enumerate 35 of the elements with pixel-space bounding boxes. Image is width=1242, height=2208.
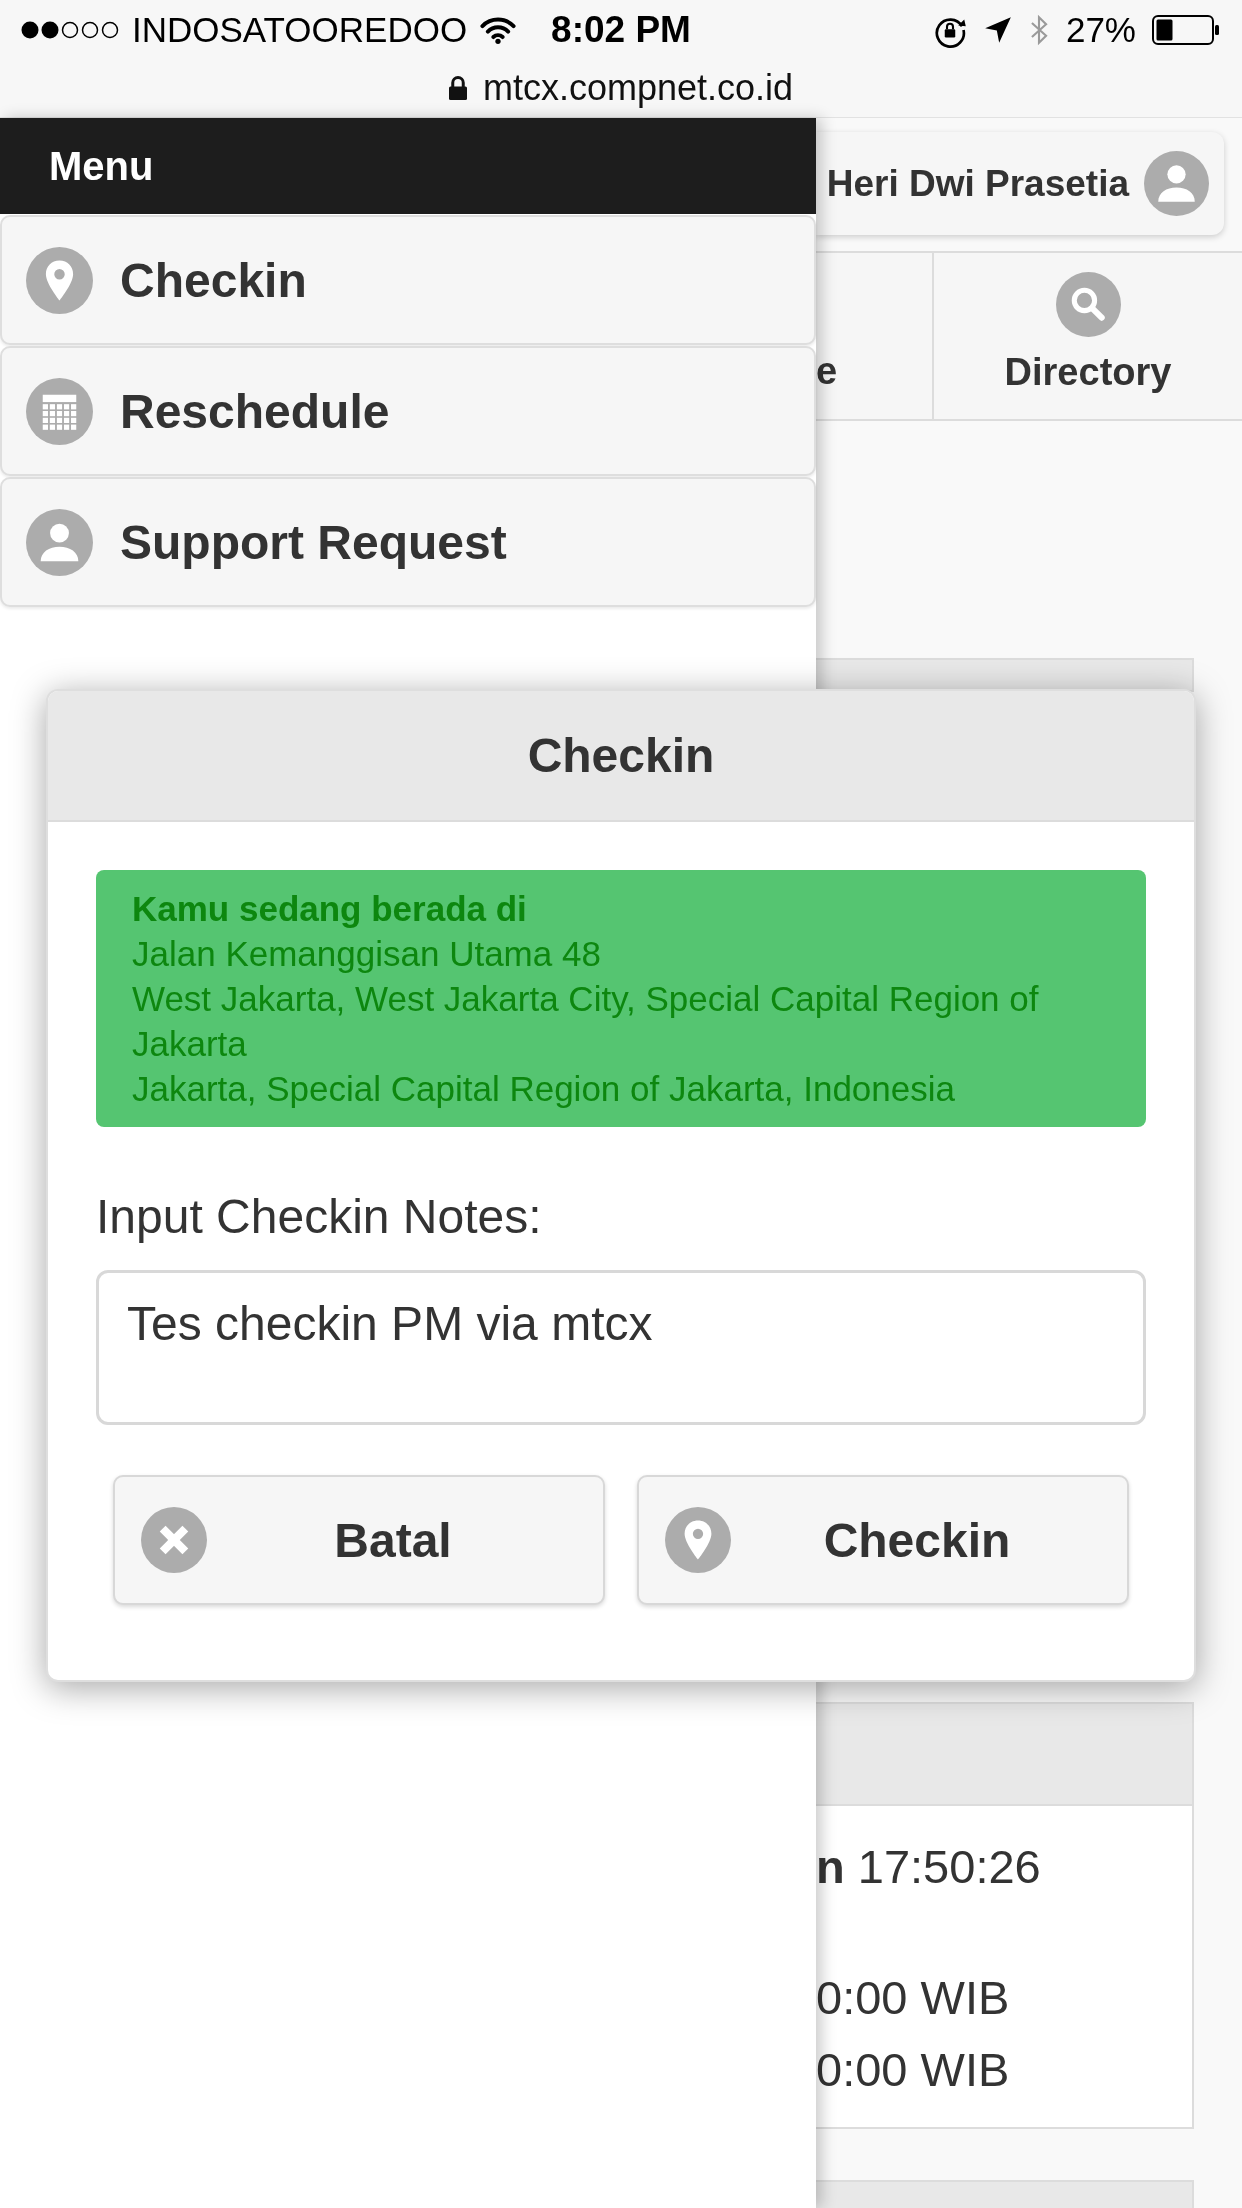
user-menu-button[interactable]: Heri Dwi Prasetia (816, 132, 1224, 235)
search-icon (1055, 272, 1121, 337)
battery-icon (1152, 14, 1222, 45)
info-text: n 17:50:26 (816, 1839, 1042, 1895)
dialog-title: Checkin (527, 728, 715, 783)
address-line: Jakarta, Special Capital Region of Jakarta, Indonesia (132, 1068, 956, 1110)
map-pin-icon (665, 1507, 731, 1573)
wifi-icon (479, 15, 518, 44)
address-line: West Jakarta, West Jakarta City, Special Capital Region of Jakarta (132, 978, 1040, 1065)
menu-item[interactable]: Checkin (0, 215, 816, 345)
menu-title: Menu (49, 143, 154, 189)
notes-field[interactable]: Tes checkin PM via mtcx (96, 1270, 1146, 1425)
checkin-button[interactable]: Checkin (637, 1475, 1129, 1605)
close-icon (141, 1507, 207, 1573)
person-icon (1144, 151, 1209, 216)
battery-percent: 27% (1065, 9, 1136, 50)
padlock-icon (448, 76, 467, 100)
notes-label: Input Checkin Notes: (96, 1189, 543, 1245)
nav-item[interactable]: Directory (934, 253, 1242, 419)
nav-item[interactable]: e (816, 253, 934, 419)
cancel-button[interactable]: Batal (113, 1475, 605, 1605)
clock-time: 8:02 PM (551, 8, 691, 51)
calendar-icon (26, 377, 93, 445)
location-arrow-icon (983, 15, 1012, 44)
map-pin-icon (26, 246, 93, 314)
person-icon (26, 508, 93, 576)
url-text[interactable]: mtcx.compnet.co.id (482, 67, 794, 109)
alert-heading: Kamu sedang berada di (132, 888, 528, 930)
carrier-name: INDOSATOOREDOO (132, 9, 468, 50)
info-text: 0:00 WIB (816, 2042, 1011, 2098)
address-line: Jalan Kemanggisan Utama 48 (132, 933, 602, 975)
menu-item[interactable]: Reschedule (0, 346, 816, 476)
menu-item[interactable]: Support Request (0, 477, 816, 607)
info-text: 0:00 WIB (816, 1970, 1011, 2026)
signal-strength-icon (20, 19, 120, 40)
